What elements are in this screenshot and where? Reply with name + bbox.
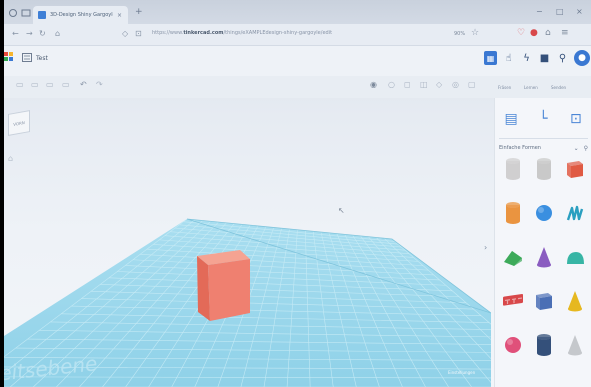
ungroup-icon[interactable]: ◻ [404, 81, 411, 89]
ruler-icon[interactable]: └ [536, 110, 550, 128]
notes-icon[interactable]: ⊡ [569, 110, 583, 128]
url-field[interactable]: https://www.tinkercad.com/things/eXAMPLE… [152, 30, 332, 36]
copy-icon[interactable]: ▭ [16, 81, 24, 89]
chevron-down-icon[interactable]: ⌄ [574, 145, 579, 152]
scribble-shape[interactable] [561, 198, 589, 228]
back-icon[interactable]: ← [12, 30, 19, 38]
cone-purple-shape[interactable] [530, 242, 558, 272]
tinkercad-favicon-icon [38, 11, 46, 19]
workplane-viewport[interactable]: eitsebene VORN ⌂ ↖ › Einstellungen [4, 98, 491, 387]
3d-view-button[interactable]: ▦ [484, 51, 497, 65]
lessons-icon[interactable]: ■ [538, 51, 551, 65]
duplicate-icon[interactable]: ▭ [46, 81, 54, 89]
delete-icon[interactable]: ▭ [62, 81, 70, 89]
zoom-level[interactable]: 90% [454, 31, 465, 37]
lock-icon[interactable]: ⊡ [135, 30, 142, 38]
browser-menu-icon[interactable] [8, 8, 18, 18]
browser-menu-hamburger-icon[interactable]: ≡ [561, 29, 569, 38]
round-roof-teal-shape[interactable] [561, 242, 589, 272]
tinkercad-logo-icon[interactable] [4, 52, 14, 62]
cylinder-gray-shape[interactable] [530, 154, 558, 184]
box-shape[interactable] [499, 154, 527, 184]
browser-tab-strip: 3D-Design Shiny Gargoyle | Tinkercad × +… [4, 0, 591, 24]
screen: 3D-Design Shiny Gargoyle | Tinkercad × +… [4, 0, 591, 387]
shield-icon[interactable]: ◇ [122, 30, 128, 38]
grid-settings-link[interactable]: Einstellungen [448, 370, 475, 375]
tab-fraesen[interactable]: Fräsen [498, 85, 511, 90]
polygon-navy-shape[interactable] [530, 330, 558, 360]
box-object[interactable] [197, 250, 250, 321]
window-close-icon[interactable]: × [576, 8, 583, 16]
workplane-tool-icon[interactable]: ▢ [468, 81, 476, 89]
tab-close-icon[interactable]: × [117, 12, 128, 19]
design-name[interactable]: Test [36, 55, 48, 62]
new-tab-button[interactable]: + [135, 8, 143, 17]
pyramid-yellow-shape[interactable] [561, 286, 589, 316]
align-icon[interactable]: ◫ [420, 81, 428, 89]
shape-category-select[interactable]: Einfache Formen ⌄ ⚲ [499, 142, 588, 154]
cruise-icon[interactable]: ◎ [452, 81, 459, 89]
cylinder-orange-shape[interactable] [499, 198, 527, 228]
panel-divider [499, 138, 588, 139]
prism-blue-shape[interactable] [530, 286, 558, 316]
shape-category-label: Einfache Formen [499, 145, 541, 151]
header-actions: ▦ ☝ ϟ ■ ⚲ ● [484, 50, 590, 66]
roof-green-shape[interactable] [499, 242, 527, 272]
bookmark-star-icon[interactable]: ☆ [471, 29, 479, 38]
tab-senden[interactable]: Senden [551, 85, 566, 90]
box-red-shape[interactable] [561, 154, 589, 184]
panel-collapse-icon[interactable]: › [484, 243, 487, 252]
circuits-icon[interactable]: ϟ [520, 51, 533, 65]
pocket-icon[interactable]: ♡ [517, 29, 525, 38]
avatar[interactable]: ● [574, 50, 590, 66]
home-view-icon[interactable]: ⌂ [8, 154, 13, 163]
share-user-icon[interactable]: ⚲ [556, 51, 569, 65]
app-header: Test ▦ ☝ ϟ ■ ⚲ ● [4, 46, 591, 76]
workplane-icon[interactable]: ▤ [504, 110, 518, 128]
tab-lernen[interactable]: Lernen [524, 85, 538, 90]
redo-icon[interactable]: ↷ [96, 81, 103, 89]
paraboloid-gray-shape[interactable] [561, 330, 589, 360]
minimize-icon[interactable]: − [536, 8, 543, 16]
home-icon[interactable]: ⌂ [55, 30, 60, 38]
halfsphere-pink-shape[interactable] [499, 330, 527, 360]
reload-icon[interactable]: ↻ [39, 30, 46, 38]
panel-tools: ▤ └ ⊡ [495, 104, 591, 134]
blocks-icon[interactable]: ☝ [502, 51, 515, 65]
light-icon[interactable]: ◉ [370, 81, 377, 89]
view-cube[interactable]: VORN [8, 110, 30, 136]
forward-icon[interactable]: → [26, 30, 33, 38]
workplane[interactable]: eitsebene [4, 98, 491, 387]
mouse-cursor-icon: ↖ [338, 206, 345, 215]
browser-tab-active[interactable]: 3D-Design Shiny Gargoyle | Tinkercad × [33, 6, 128, 24]
browser-address-bar: ← → ↻ ⌂ ◇ ⊡ https://www.tinkercad.com/th… [4, 24, 591, 46]
design-list-icon[interactable] [22, 53, 32, 62]
mirror-icon[interactable]: ◇ [436, 81, 442, 89]
text-red-shape[interactable] [499, 286, 527, 316]
tab-list-icon[interactable] [21, 8, 31, 18]
undo-icon[interactable]: ↶ [80, 81, 87, 89]
group-icon[interactable]: ○ [388, 81, 395, 89]
search-icon[interactable]: ⚲ [584, 145, 588, 152]
library-icon[interactable]: ⌂ [545, 29, 551, 38]
extension-icon[interactable]: ● [530, 29, 538, 38]
editor-toolbar: ▭ ▭ ▭ ▭ ↶ ↷ ◉ ○ ◻ ◫ ◇ ◎ ▢ Fräsen Lernen … [4, 76, 591, 98]
maximize-icon[interactable]: □ [556, 8, 564, 16]
paste-icon[interactable]: ▭ [31, 81, 39, 89]
shapes-panel: ▤ └ ⊡ Einfache Formen ⌄ ⚲ [494, 98, 591, 387]
tab-title: 3D-Design Shiny Gargoyle | Tinkercad [50, 12, 113, 18]
sphere-blue-shape[interactable] [530, 198, 558, 228]
